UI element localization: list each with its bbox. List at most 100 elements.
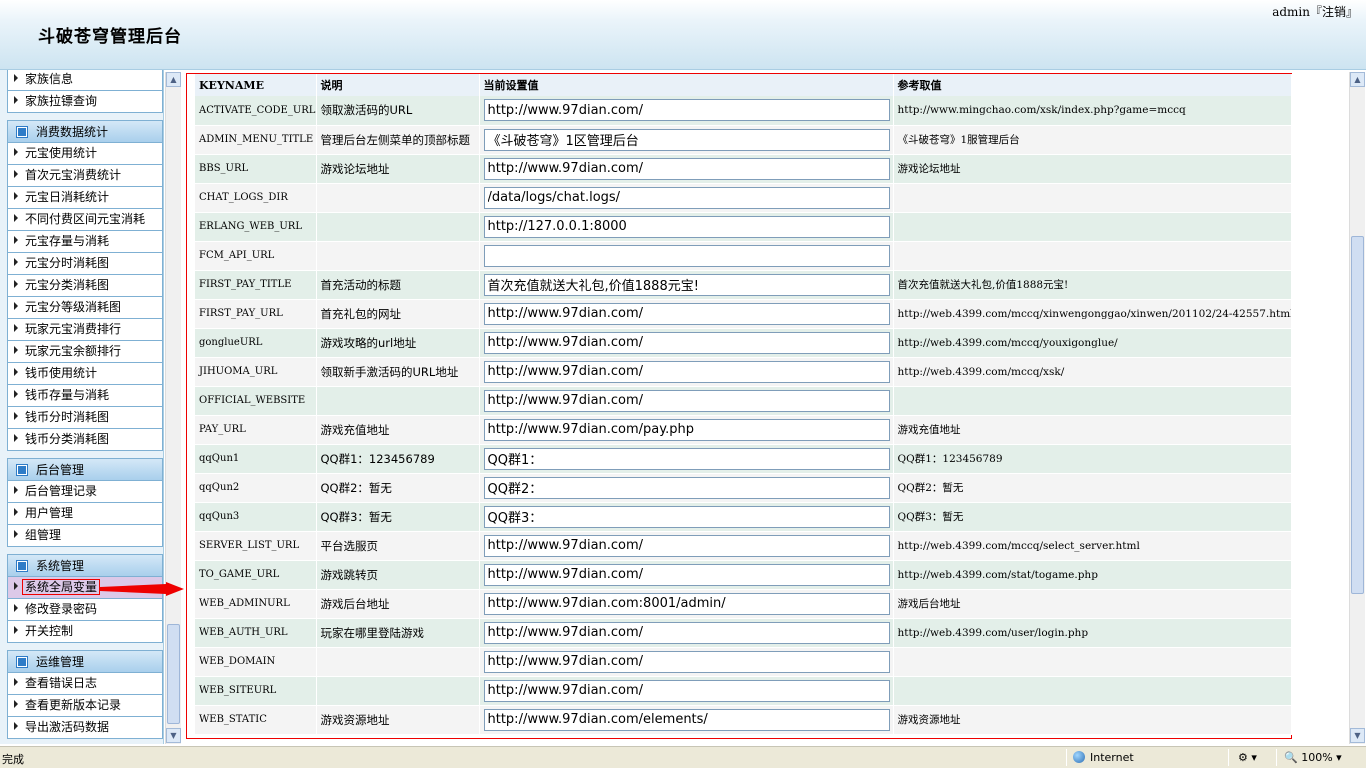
cell-ref — [893, 647, 1292, 677]
value-input[interactable] — [483, 476, 890, 499]
value-input[interactable] — [483, 447, 890, 470]
sidebar-item-label: 开关控制 — [25, 624, 74, 638]
page-title: 斗破苍穹管理后台 — [38, 27, 182, 47]
sidebar-item-label: 钱币使用统计 — [25, 366, 98, 380]
main-content: KEYNAME 说明 当前设置值 参考取值 ACTIVATE_CODE_URL 领… — [184, 72, 1348, 744]
sidebar-item[interactable]: 元宝使用统计 — [7, 143, 163, 165]
scroll-thumb[interactable] — [167, 624, 180, 724]
sidebar-item[interactable]: 元宝日消耗统计 — [7, 187, 163, 209]
sidebar-group-header[interactable]: 后台管理 — [7, 458, 163, 481]
value-input[interactable] — [483, 505, 890, 528]
sidebar-item[interactable]: 元宝分类消耗图 — [7, 275, 163, 297]
value-input[interactable] — [483, 563, 890, 586]
cell-desc: 平台选服页 — [316, 531, 480, 561]
value-input[interactable] — [483, 99, 890, 122]
sidebar-item-label: 查看错误日志 — [25, 676, 98, 690]
zoom-label: 100% — [1301, 751, 1333, 764]
value-input[interactable] — [483, 215, 890, 238]
sidebar-item[interactable]: 元宝分等级消耗图 — [7, 297, 163, 319]
status-bar: 完成 Internet ⚙ ▾ 🔍 100% ▾ — [0, 746, 1366, 768]
triangle-right-icon — [14, 74, 18, 82]
sidebar-group-header[interactable]: 系统管理 — [7, 554, 163, 577]
value-input[interactable] — [483, 389, 890, 412]
value-input[interactable] — [483, 708, 890, 731]
value-input[interactable] — [483, 273, 890, 296]
scroll-up-icon[interactable]: ▲ — [1350, 72, 1365, 87]
sidebar-item[interactable]: 家族信息 — [7, 70, 163, 91]
sidebar-item[interactable]: 导出激活码数据 — [7, 717, 163, 739]
sidebar-group-title: 系统管理 — [36, 559, 85, 573]
cell-desc — [316, 241, 480, 271]
triangle-right-icon — [14, 96, 18, 104]
protected-mode-icon[interactable]: ⚙ ▾ — [1238, 751, 1257, 764]
cell-ref — [893, 212, 1292, 242]
value-input[interactable] — [483, 418, 890, 441]
sidebar-item[interactable]: 修改登录密码 — [7, 599, 163, 621]
sidebar-item[interactable]: 不同付费区间元宝消耗 — [7, 209, 163, 231]
sidebar-scrollbar[interactable]: ▲ ▼ — [165, 72, 181, 744]
sidebar-item-label: 元宝分等级消耗图 — [25, 300, 122, 314]
sidebar-group-title: 运维管理 — [36, 655, 85, 669]
sidebar-item[interactable]: 查看更新版本记录 — [7, 695, 163, 717]
sidebar-item[interactable]: 元宝分时消耗图 — [7, 253, 163, 275]
sidebar-item[interactable]: 钱币分类消耗图 — [7, 429, 163, 451]
value-input[interactable] — [483, 128, 890, 151]
table-row: ADMIN_MENU_TITLE管理后台左侧菜单的顶部标题 《斗破苍穹》1服管理后… — [195, 125, 1292, 155]
cell-value — [479, 415, 894, 445]
sidebar-item[interactable]: 用户管理 — [7, 503, 163, 525]
cell-ref: http://web.4399.com/mccq/xsk/ — [893, 357, 1292, 387]
value-input[interactable] — [483, 331, 890, 354]
sidebar-item[interactable]: 玩家元宝消费排行 — [7, 319, 163, 341]
triangle-right-icon — [14, 346, 18, 354]
sidebar-group-header[interactable]: 运维管理 — [7, 650, 163, 673]
table-row: WEB_ADMINURL游戏后台地址游戏后台地址 — [195, 589, 1292, 619]
sidebar-item[interactable]: 组管理 — [7, 525, 163, 547]
scroll-down-icon[interactable]: ▼ — [166, 728, 181, 743]
sidebar-item[interactable]: 钱币分时消耗图 — [7, 407, 163, 429]
scroll-thumb[interactable] — [1351, 236, 1364, 594]
value-input[interactable] — [483, 302, 890, 325]
scroll-up-icon[interactable]: ▲ — [166, 72, 181, 87]
cell-value — [479, 212, 894, 242]
sidebar-item[interactable]: 钱币存量与消耗 — [7, 385, 163, 407]
cell-ref: 游戏资源地址 — [893, 705, 1292, 735]
cell-keyname: WEB_STATIC — [195, 705, 317, 735]
value-input[interactable] — [483, 244, 890, 267]
value-input[interactable] — [483, 534, 890, 557]
user-logout-link[interactable]: admin『注销』 — [1272, 3, 1358, 20]
sidebar-item[interactable]: 查看错误日志 — [7, 673, 163, 695]
table-row: FIRST_PAY_TITLE 首充活动的标题 首次充值就送大礼包,价值1888元宝… — [195, 270, 1292, 300]
value-input[interactable] — [483, 679, 890, 702]
cell-desc — [316, 647, 480, 677]
sidebar-item[interactable]: 开关控制 — [7, 621, 163, 643]
value-input[interactable] — [483, 360, 890, 383]
cell-desc — [316, 676, 480, 706]
value-input[interactable] — [483, 186, 890, 209]
value-input[interactable] — [483, 592, 890, 615]
cell-ref: http://web.4399.com/mccq/select_server.h… — [893, 531, 1292, 561]
sidebar-item-label: 玩家元宝消费排行 — [25, 322, 122, 336]
scroll-down-icon[interactable]: ▼ — [1350, 728, 1365, 743]
cell-keyname: TO_GAME_URL — [195, 560, 317, 590]
zoom-control[interactable]: 🔍 100% ▾ — [1284, 751, 1342, 764]
value-input[interactable] — [483, 621, 890, 644]
value-input[interactable] — [483, 650, 890, 673]
value-input[interactable] — [483, 157, 890, 180]
sidebar-item[interactable]: 家族拉镖查询 — [7, 91, 163, 113]
sidebar-item-label: 元宝存量与消耗 — [25, 234, 110, 248]
cell-desc: QQ群3：暂无 — [316, 502, 480, 532]
cell-ref: QQ群2：暂无 — [893, 473, 1292, 503]
table-row: ACTIVATE_CODE_URL领取激活码的URL http://www.min… — [195, 96, 1292, 126]
content-scrollbar[interactable]: ▲ ▼ — [1349, 72, 1365, 744]
cell-value — [479, 502, 894, 532]
triangle-right-icon — [14, 280, 18, 288]
cell-ref — [893, 241, 1292, 271]
triangle-right-icon — [14, 170, 18, 178]
sidebar-item[interactable]: 首次元宝消费统计 — [7, 165, 163, 187]
sidebar-item[interactable]: 元宝存量与消耗 — [7, 231, 163, 253]
sidebar-item-label: 不同付费区间元宝消耗 — [25, 212, 146, 226]
sidebar-group-header[interactable]: 消费数据统计 — [7, 120, 163, 143]
sidebar-item[interactable]: 后台管理记录 — [7, 481, 163, 503]
sidebar-item[interactable]: 钱币使用统计 — [7, 363, 163, 385]
sidebar-item[interactable]: 玩家元宝余额排行 — [7, 341, 163, 363]
